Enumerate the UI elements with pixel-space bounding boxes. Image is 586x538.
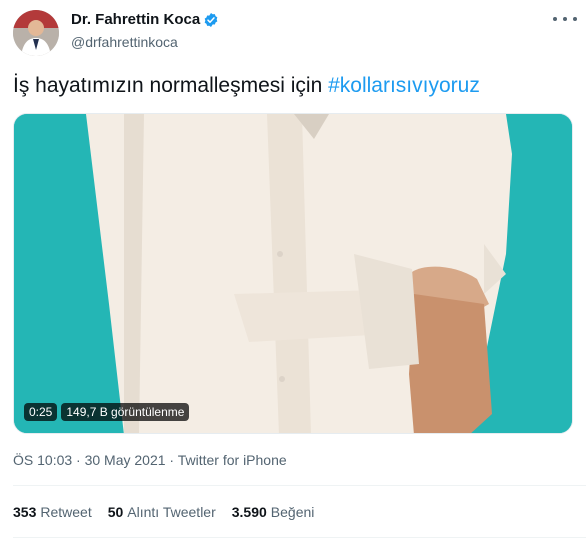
quotes-count: 50 — [107, 504, 124, 520]
video-badges: 0:25 149,7 B görüntülenme — [24, 403, 190, 421]
video-views: 149,7 B görüntülenme — [61, 403, 190, 421]
quotes-label: Alıntı Tweetler — [127, 504, 216, 520]
likes-stat[interactable]: 3.590 Beğeni — [232, 504, 315, 520]
author-handle[interactable]: @drfahrettinkoca — [71, 34, 178, 50]
author-name[interactable]: Dr. Fahrettin Koca — [71, 11, 200, 28]
more-options-icon[interactable] — [553, 12, 577, 26]
avatar-image — [13, 10, 59, 56]
likes-count: 3.590 — [231, 504, 267, 520]
video-player[interactable]: 0:25 149,7 B görüntülenme — [13, 113, 573, 434]
tweet-meta[interactable]: ÖS 10:03 · 30 May 2021 · Twitter for iPh… — [13, 452, 287, 468]
video-duration: 0:25 — [24, 403, 58, 421]
verified-badge-icon — [203, 12, 219, 28]
retweets-stat[interactable]: 353 Retweet — [13, 504, 92, 520]
avatar[interactable] — [13, 10, 59, 56]
tweet-text: İş hayatımızın normalleşmesi için #kolla… — [13, 74, 480, 98]
hashtag-link[interactable]: #kollarısıvıyoruz — [328, 74, 480, 97]
tweet-stats: 353 Retweet 50 Alıntı Tweetler 3.590 Beğeni — [13, 504, 314, 520]
quotes-stat[interactable]: 50 Alıntı Tweetler — [108, 504, 216, 520]
retweets-count: 353 — [13, 504, 37, 520]
likes-label: Beğeni — [270, 504, 315, 520]
retweets-label: Retweet — [40, 504, 92, 520]
tweet-body: İş hayatımızın normalleşmesi için — [13, 74, 329, 97]
video-frame — [14, 114, 572, 433]
divider — [13, 485, 586, 486]
